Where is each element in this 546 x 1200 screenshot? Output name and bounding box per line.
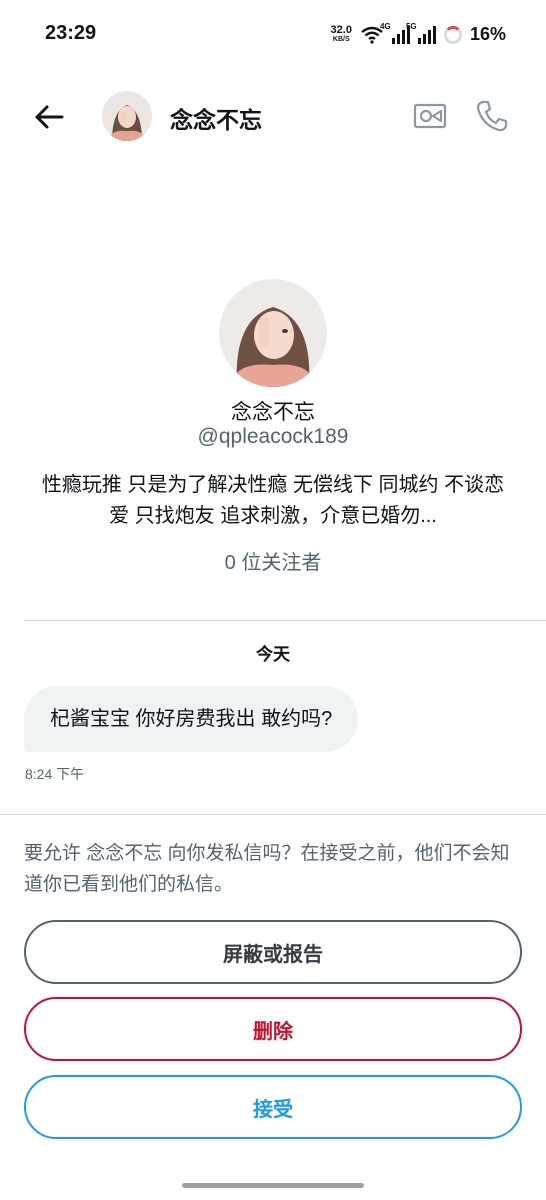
divider bbox=[0, 814, 546, 815]
network-4g-label: 4G bbox=[379, 21, 391, 31]
avatar[interactable] bbox=[102, 91, 152, 141]
profile-bio: 性瘾玩推 只是为了解决性瘾 无偿线下 同城约 不谈恋爱 只找炮友 追求刺激，介意… bbox=[41, 474, 505, 527]
signal-5g-icon: 5G bbox=[406, 22, 436, 44]
date-separator: 今天 bbox=[256, 645, 290, 664]
message-timestamp: 8:24 下午 bbox=[25, 766, 85, 782]
network-5g-label: 5G bbox=[405, 21, 417, 31]
divider bbox=[24, 620, 546, 621]
net-speed: 32.0 KB/S bbox=[330, 23, 352, 44]
net-speed-unit: KB/S bbox=[332, 35, 350, 43]
battery-percent: 16% bbox=[469, 24, 506, 44]
header-name[interactable]: 念念不忘 bbox=[170, 101, 262, 135]
battery-icon bbox=[443, 25, 462, 44]
avatar-image bbox=[102, 91, 152, 141]
conversation-header: 念念不忘 bbox=[0, 80, 546, 152]
message-request-prompt: 要允许 念念不忘 向你发私信吗？在接受之前，他们不会知道你已看到他们的私信。 bbox=[24, 843, 510, 895]
accept-button[interactable]: 接受 bbox=[24, 1075, 522, 1139]
profile-handle: @qpleacock189 bbox=[197, 425, 349, 448]
profile-avatar[interactable] bbox=[219, 279, 327, 387]
profile-avatar-image bbox=[219, 279, 327, 387]
video-call-icon[interactable] bbox=[412, 100, 448, 132]
delete-button[interactable]: 删除 bbox=[24, 997, 522, 1061]
message-bubble[interactable]: 杞酱宝宝 你好房费我出 敢约吗? bbox=[24, 686, 359, 752]
net-speed-value: 32.0 bbox=[330, 23, 352, 36]
home-indicator[interactable] bbox=[182, 1183, 364, 1188]
status-icons: 32.0 KB/S 4G 5G 16% bbox=[330, 21, 506, 45]
phone-icon[interactable] bbox=[474, 98, 510, 134]
block-or-report-button[interactable]: 屏蔽或报告 bbox=[24, 920, 522, 984]
profile-name: 念念不忘 bbox=[231, 401, 315, 424]
back-arrow-icon[interactable] bbox=[32, 100, 66, 134]
followers-count[interactable]: 0 位关注者 bbox=[0, 546, 546, 575]
status-time: 23:29 bbox=[45, 22, 97, 44]
status-bar: 23:29 32.0 KB/S 4G 5G 16% bbox=[0, 0, 546, 72]
